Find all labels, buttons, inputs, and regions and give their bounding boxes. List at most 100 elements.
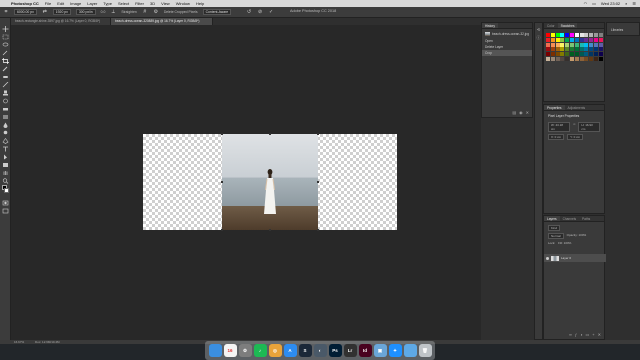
color-swatch[interactable] <box>565 52 570 57</box>
calendar-icon[interactable]: 16 <box>223 344 237 357</box>
color-swatch[interactable] <box>589 37 594 42</box>
crop-tool-icon[interactable]: ⌗ <box>3 9 9 15</box>
commit-icon[interactable]: ✓ <box>268 9 274 15</box>
color-swatch[interactable] <box>598 52 603 57</box>
color-swatch[interactable] <box>593 56 598 61</box>
height-field[interactable]: H: 16.93 cm <box>578 122 600 132</box>
color-swatch[interactable] <box>565 56 570 61</box>
color-swatch[interactable] <box>555 56 560 61</box>
menu-type[interactable]: Type <box>103 1 112 6</box>
color-swatch[interactable] <box>546 56 550 61</box>
x-field[interactable]: X: 0 cm <box>548 134 565 140</box>
color-swatch[interactable] <box>598 47 603 52</box>
color-swatch[interactable] <box>584 42 589 47</box>
trash-icon[interactable]: 🗑 <box>418 344 432 357</box>
color-swatch[interactable] <box>574 37 579 42</box>
steam-icon[interactable]: S <box>298 344 312 357</box>
marquee-tool-icon[interactable] <box>2 34 9 40</box>
battery-icon[interactable]: ▭ <box>592 1 596 6</box>
color-swatch[interactable] <box>569 47 574 52</box>
canvas-workspace[interactable] <box>11 25 481 340</box>
eyedropper-tool-icon[interactable] <box>2 66 9 72</box>
color-swatch[interactable] <box>555 52 560 57</box>
history-item-crop[interactable]: Crop <box>482 50 532 56</box>
color-swatch[interactable] <box>593 52 598 57</box>
y-field[interactable]: Y: 0 cm <box>567 134 584 140</box>
menu-view[interactable]: View <box>161 1 170 6</box>
photoshop-icon[interactable]: Ps <box>328 344 342 357</box>
color-swatch[interactable] <box>579 52 584 57</box>
color-swatch[interactable] <box>560 56 565 61</box>
background-color-swatch[interactable] <box>4 188 9 193</box>
color-swatch[interactable] <box>555 37 560 42</box>
opacity-field[interactable]: Opacity: 100% <box>567 233 587 239</box>
straighten-label[interactable]: Straighten <box>121 10 136 14</box>
color-swatch[interactable] <box>546 37 550 42</box>
photo-layer[interactable] <box>222 134 318 230</box>
transform-handle[interactable] <box>317 229 319 231</box>
tab-properties[interactable]: Properties <box>544 105 565 110</box>
clear-button[interactable]: 0.0 <box>101 10 106 14</box>
color-swatch[interactable] <box>589 52 594 57</box>
color-swatch[interactable] <box>550 52 555 57</box>
dodge-tool-icon[interactable] <box>2 130 9 136</box>
color-swatch[interactable] <box>579 56 584 61</box>
stamp-tool-icon[interactable] <box>2 90 9 96</box>
color-swatch[interactable] <box>565 47 570 52</box>
healing-brush-tool-icon[interactable] <box>2 74 9 80</box>
menu-list-icon[interactable]: ☰ <box>632 1 636 6</box>
davinci-icon[interactable]: ◐ <box>313 344 327 357</box>
color-swatch[interactable] <box>569 42 574 47</box>
color-swatch[interactable] <box>579 42 584 47</box>
history-snapshot[interactable]: beach-dress-ocean-32.jpg <box>482 29 532 38</box>
straighten-icon[interactable]: ⟂ <box>110 9 116 15</box>
color-swatch[interactable] <box>569 52 574 57</box>
color-swatch[interactable] <box>593 47 598 52</box>
color-swatch[interactable] <box>546 33 550 37</box>
transform-handle[interactable] <box>221 229 223 231</box>
tab-channels[interactable]: Channels <box>560 216 579 221</box>
safari-icon[interactable]: ✦ <box>388 344 402 357</box>
menu-image[interactable]: Image <box>70 1 81 6</box>
libraries-label[interactable]: Libraries <box>607 23 639 37</box>
color-swatch[interactable] <box>579 33 584 37</box>
menu-help[interactable]: Help <box>196 1 204 6</box>
shape-tool-icon[interactable] <box>2 162 9 168</box>
color-swatch[interactable] <box>546 47 550 52</box>
fx-icon[interactable]: ƒ <box>575 332 577 337</box>
transform-handle[interactable] <box>317 181 319 183</box>
eraser-tool-icon[interactable] <box>2 106 9 112</box>
gradient-tool-icon[interactable] <box>2 114 9 120</box>
app-menu[interactable]: Photoshop CC <box>11 1 39 6</box>
lasso-tool-icon[interactable] <box>2 42 9 48</box>
color-swatch[interactable] <box>560 37 565 42</box>
trash-icon[interactable]: ✕ <box>598 332 601 337</box>
layer-name[interactable]: Layer 0 <box>561 256 571 260</box>
menu-layer[interactable]: Layer <box>87 1 97 6</box>
color-swatch[interactable] <box>560 33 565 37</box>
history-brush-tool-icon[interactable] <box>2 98 9 104</box>
cancel-icon[interactable]: ⊘ <box>257 9 263 15</box>
color-swatch[interactable] <box>593 42 598 47</box>
search-icon[interactable]: ⌕ <box>625 1 627 6</box>
menu-3d[interactable]: 3D <box>150 1 155 6</box>
crop-tool-icon[interactable] <box>2 58 9 64</box>
color-swatch[interactable] <box>574 56 579 61</box>
tab-swatches[interactable]: Swatches <box>557 23 578 28</box>
height-field[interactable]: 1920 px <box>52 9 71 15</box>
screen-mode-icon[interactable] <box>2 208 9 214</box>
color-swatch[interactable] <box>574 47 579 52</box>
color-swatch[interactable] <box>589 56 594 61</box>
link-layers-icon[interactable]: ∞ <box>569 332 572 337</box>
width-field[interactable]: W: 43.18 cm <box>548 122 571 132</box>
folder-icon[interactable] <box>403 344 417 357</box>
color-swatch[interactable] <box>546 52 550 57</box>
color-swatch[interactable] <box>550 47 555 52</box>
color-swatch[interactable] <box>555 42 560 47</box>
link-icon[interactable]: ∞ <box>573 122 575 132</box>
content-aware-checkbox[interactable]: Content-Aware <box>202 9 232 15</box>
type-tool-icon[interactable] <box>2 146 9 152</box>
spotify-icon[interactable]: ♪ <box>253 344 267 357</box>
eye-icon[interactable] <box>546 256 549 260</box>
system-preferences-icon[interactable]: ⚙ <box>238 344 252 357</box>
